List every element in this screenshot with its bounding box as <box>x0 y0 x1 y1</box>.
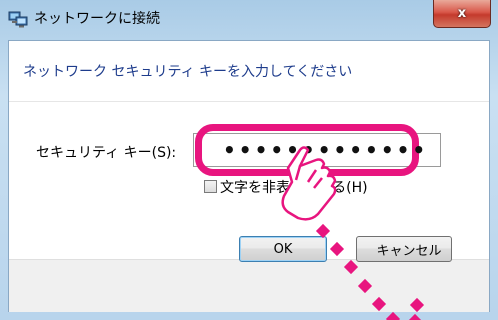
button-bar <box>9 259 489 312</box>
close-button[interactable]: x <box>433 0 491 28</box>
hide-characters-label[interactable]: 文字を非表示にする(H) <box>220 177 368 197</box>
cancel-button[interactable]: キャンセル <box>356 236 452 262</box>
ok-button[interactable]: OK <box>239 236 327 262</box>
title-bar: ネットワークに接続 x <box>0 0 498 40</box>
network-icon <box>8 10 28 28</box>
ok-button-label: OK <box>273 241 293 257</box>
cancel-button-label: キャンセル <box>376 243 442 259</box>
dialog-body: ネットワーク セキュリティ キーを入力してください セキュリティ キー(S): … <box>8 40 490 312</box>
divider <box>9 101 489 102</box>
dialog-heading: ネットワーク セキュリティ キーを入力してください <box>23 64 353 80</box>
dialog-window: ネットワークに接続 x ネットワーク セキュリティ キーを入力してください セキ… <box>0 0 498 320</box>
window-title: ネットワークに接続 <box>34 11 160 27</box>
close-icon: x <box>457 6 467 21</box>
security-key-value: ••••••••••••• <box>223 138 429 162</box>
security-key-label: セキュリティ キー(S): <box>36 145 177 161</box>
hide-characters-checkbox[interactable] <box>204 180 217 193</box>
